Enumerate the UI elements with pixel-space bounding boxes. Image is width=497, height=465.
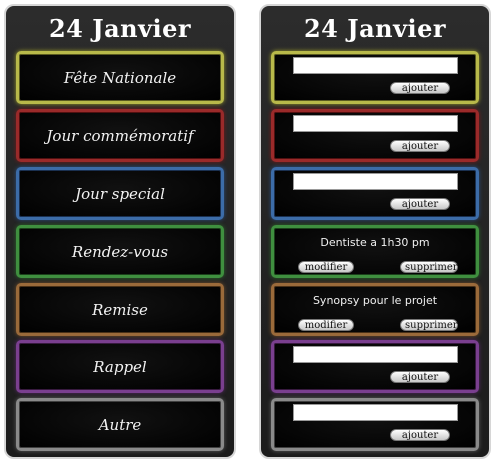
- entry-input[interactable]: [293, 57, 458, 74]
- event-type-panel: 24 Janvier Fête Nationale Jour commémora…: [4, 4, 236, 459]
- event-type-label: Rappel: [93, 357, 147, 376]
- entry-input[interactable]: [293, 173, 458, 190]
- event-type-label: Jour commémoratif: [46, 126, 194, 145]
- event-entries-panel: 24 Janvier ajouter ajouter ajouter Denti…: [259, 4, 491, 459]
- entry-remise: Synopsy pour le projet modifier supprime…: [271, 283, 479, 336]
- event-type-jour-commemoratif[interactable]: Jour commémoratif: [16, 109, 224, 162]
- entry-note: Dentiste a 1h30 pm: [320, 236, 430, 249]
- event-type-label: Autre: [98, 415, 142, 434]
- event-type-remise[interactable]: Remise: [16, 283, 224, 336]
- event-type-autre[interactable]: Autre: [16, 398, 224, 451]
- entry-autre: ajouter: [271, 398, 479, 451]
- event-type-rappel[interactable]: Rappel: [16, 340, 224, 393]
- entry-note: Synopsy pour le projet: [312, 294, 438, 307]
- left-date-title: 24 Janvier: [48, 14, 192, 43]
- event-type-label: Remise: [92, 300, 148, 319]
- right-date-title: 24 Janvier: [303, 14, 447, 43]
- event-type-jour-special[interactable]: Jour special: [16, 167, 224, 220]
- add-button[interactable]: ajouter: [390, 82, 450, 94]
- entry-fete-nationale: ajouter: [271, 51, 479, 104]
- entry-jour-special: ajouter: [271, 167, 479, 220]
- entry-input[interactable]: [293, 346, 458, 363]
- event-type-rendez-vous[interactable]: Rendez-vous: [16, 225, 224, 278]
- delete-button[interactable]: supprimer: [400, 261, 458, 273]
- delete-button[interactable]: supprimer: [400, 319, 458, 331]
- event-type-fete-nationale[interactable]: Fête Nationale: [16, 51, 224, 104]
- entry-rendez-vous: Dentiste a 1h30 pm modifier supprimer: [271, 225, 479, 278]
- entry-rappel: ajouter: [271, 340, 479, 393]
- add-button[interactable]: ajouter: [390, 429, 450, 441]
- add-button[interactable]: ajouter: [390, 371, 450, 383]
- add-button[interactable]: ajouter: [390, 198, 450, 210]
- add-button[interactable]: ajouter: [390, 140, 450, 152]
- event-type-label: Fête Nationale: [63, 68, 177, 87]
- event-type-label: Jour special: [75, 184, 165, 203]
- modify-button[interactable]: modifier: [298, 319, 354, 331]
- entry-jour-commemoratif: ajouter: [271, 109, 479, 162]
- event-type-label: Rendez-vous: [71, 242, 169, 261]
- entry-input[interactable]: [293, 404, 458, 421]
- modify-button[interactable]: modifier: [298, 261, 354, 273]
- entry-input[interactable]: [293, 115, 458, 132]
